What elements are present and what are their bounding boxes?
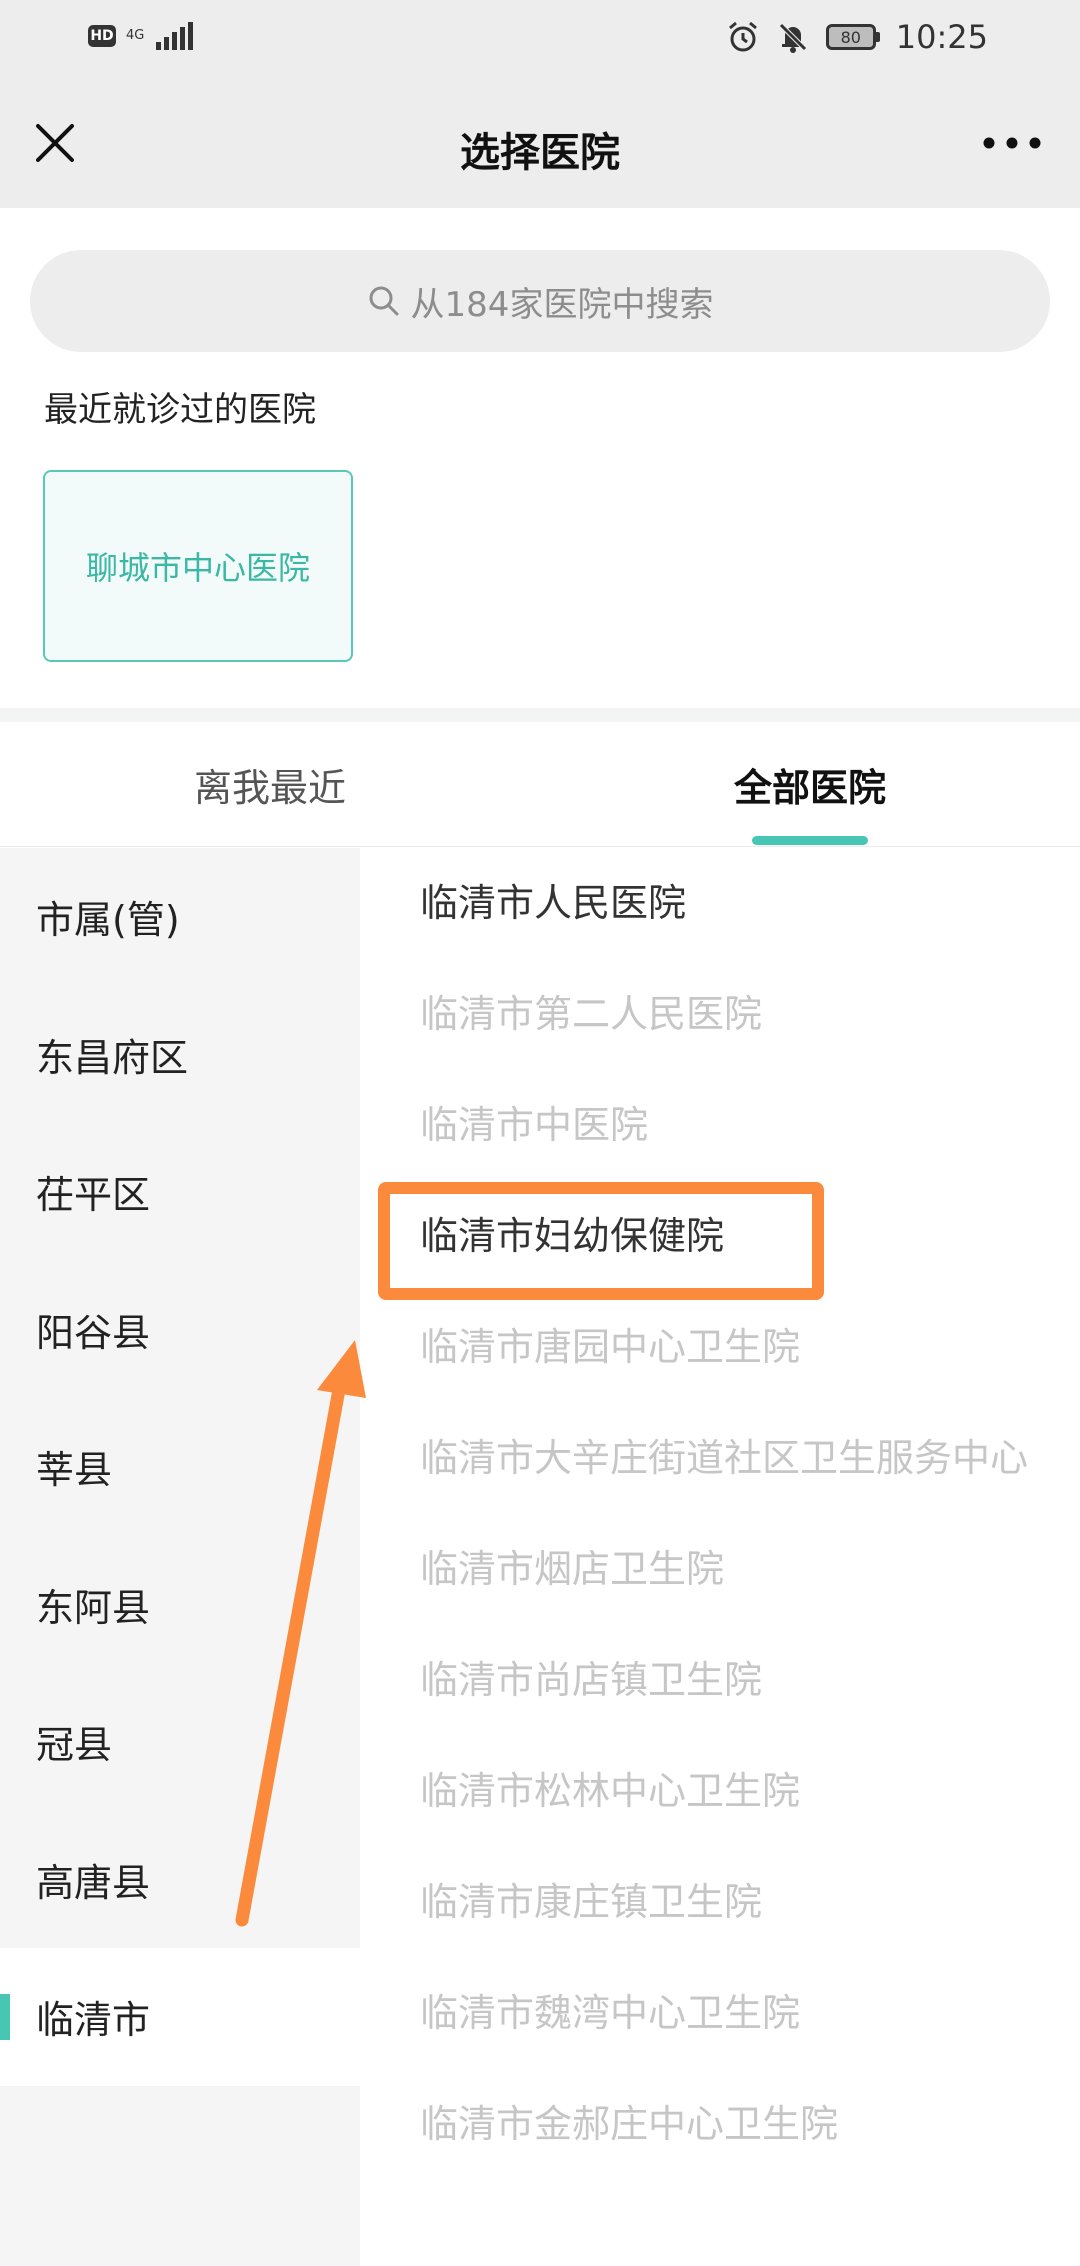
tab-nearby[interactable]: 离我最近: [0, 722, 540, 846]
list-item[interactable]: 临清市中医院: [420, 1070, 1050, 1181]
sidebar-item-donge[interactable]: 东阿县: [0, 1536, 360, 1674]
recent-hospital-card[interactable]: 聊城市中心医院: [43, 470, 353, 662]
tab-indicator: [752, 836, 868, 845]
search-input[interactable]: 从184家医院中搜索: [30, 250, 1050, 352]
page-title: 选择医院: [460, 130, 620, 176]
signal-icon: [156, 22, 194, 50]
battery-icon: 80: [825, 24, 880, 50]
sidebar-item-yanggu[interactable]: 阳谷县: [0, 1261, 360, 1399]
status-bar: HD 4G 80 10:25: [0, 0, 1080, 80]
status-right: 80 10:25: [726, 18, 988, 56]
network-type: 4G: [126, 28, 145, 43]
sidebar-item-linqing[interactable]: 临清市: [0, 1948, 360, 2086]
list-item[interactable]: 临清市魏湾中心卫生院: [420, 1958, 1050, 2069]
section-divider: [0, 708, 1080, 722]
list-item[interactable]: 临清市第二人民医院: [420, 959, 1050, 1070]
sidebar-item-gaotang[interactable]: 高唐县: [0, 1811, 360, 1949]
more-options-icon[interactable]: [982, 136, 1042, 150]
hd-icon: HD: [88, 25, 116, 47]
search-placeholder: 从184家医院中搜索: [410, 284, 714, 325]
list-item[interactable]: 临清市大辛庄街道社区卫生服务中心: [420, 1403, 1050, 1514]
sidebar-item-guanxian[interactable]: 冠县: [0, 1673, 360, 1811]
recent-hospitals-label: 最近就诊过的医院: [44, 390, 316, 430]
region-sidebar: 市属(管) 东昌府区 茌平区 阳谷县 莘县 东阿县 冠县 高唐县 临清市: [0, 848, 360, 2266]
list-item[interactable]: 临清市唐园中心卫生院: [420, 1292, 1050, 1403]
highlight-box: [378, 1182, 824, 1300]
hospital-list: 临清市人民医院 临清市第二人民医院 临清市中医院 临清市妇幼保健院 临清市唐园中…: [420, 848, 1050, 2180]
tab-bar: 离我最近 全部医院: [0, 722, 1080, 847]
sidebar-item-dongchangfu[interactable]: 东昌府区: [0, 986, 360, 1124]
list-item[interactable]: 临清市人民医院: [420, 848, 1050, 959]
sidebar-item-shenxian[interactable]: 莘县: [0, 1398, 360, 1536]
sidebar-item-shishu[interactable]: 市属(管): [0, 848, 360, 986]
alarm-icon: [728, 21, 757, 52]
nav-bar: 选择医院: [0, 80, 1080, 208]
list-item[interactable]: 临清市尚店镇卫生院: [420, 1625, 1050, 1736]
clock: 10:25: [895, 18, 988, 56]
list-item[interactable]: 临清市康庄镇卫生院: [420, 1847, 1050, 1958]
list-item[interactable]: 临清市金郝庄中心卫生院: [420, 2069, 1050, 2180]
tab-all-hospitals[interactable]: 全部医院: [540, 722, 1080, 846]
battery-level: 80: [825, 24, 876, 50]
status-left: HD 4G: [88, 22, 194, 50]
list-item[interactable]: 临清市烟店卫生院: [420, 1514, 1050, 1625]
list-item[interactable]: 临清市松林中心卫生院: [420, 1736, 1050, 1847]
sidebar-item-chiping[interactable]: 茌平区: [0, 1123, 360, 1261]
search-icon: [369, 286, 399, 316]
mute-bell-icon: [779, 23, 807, 53]
